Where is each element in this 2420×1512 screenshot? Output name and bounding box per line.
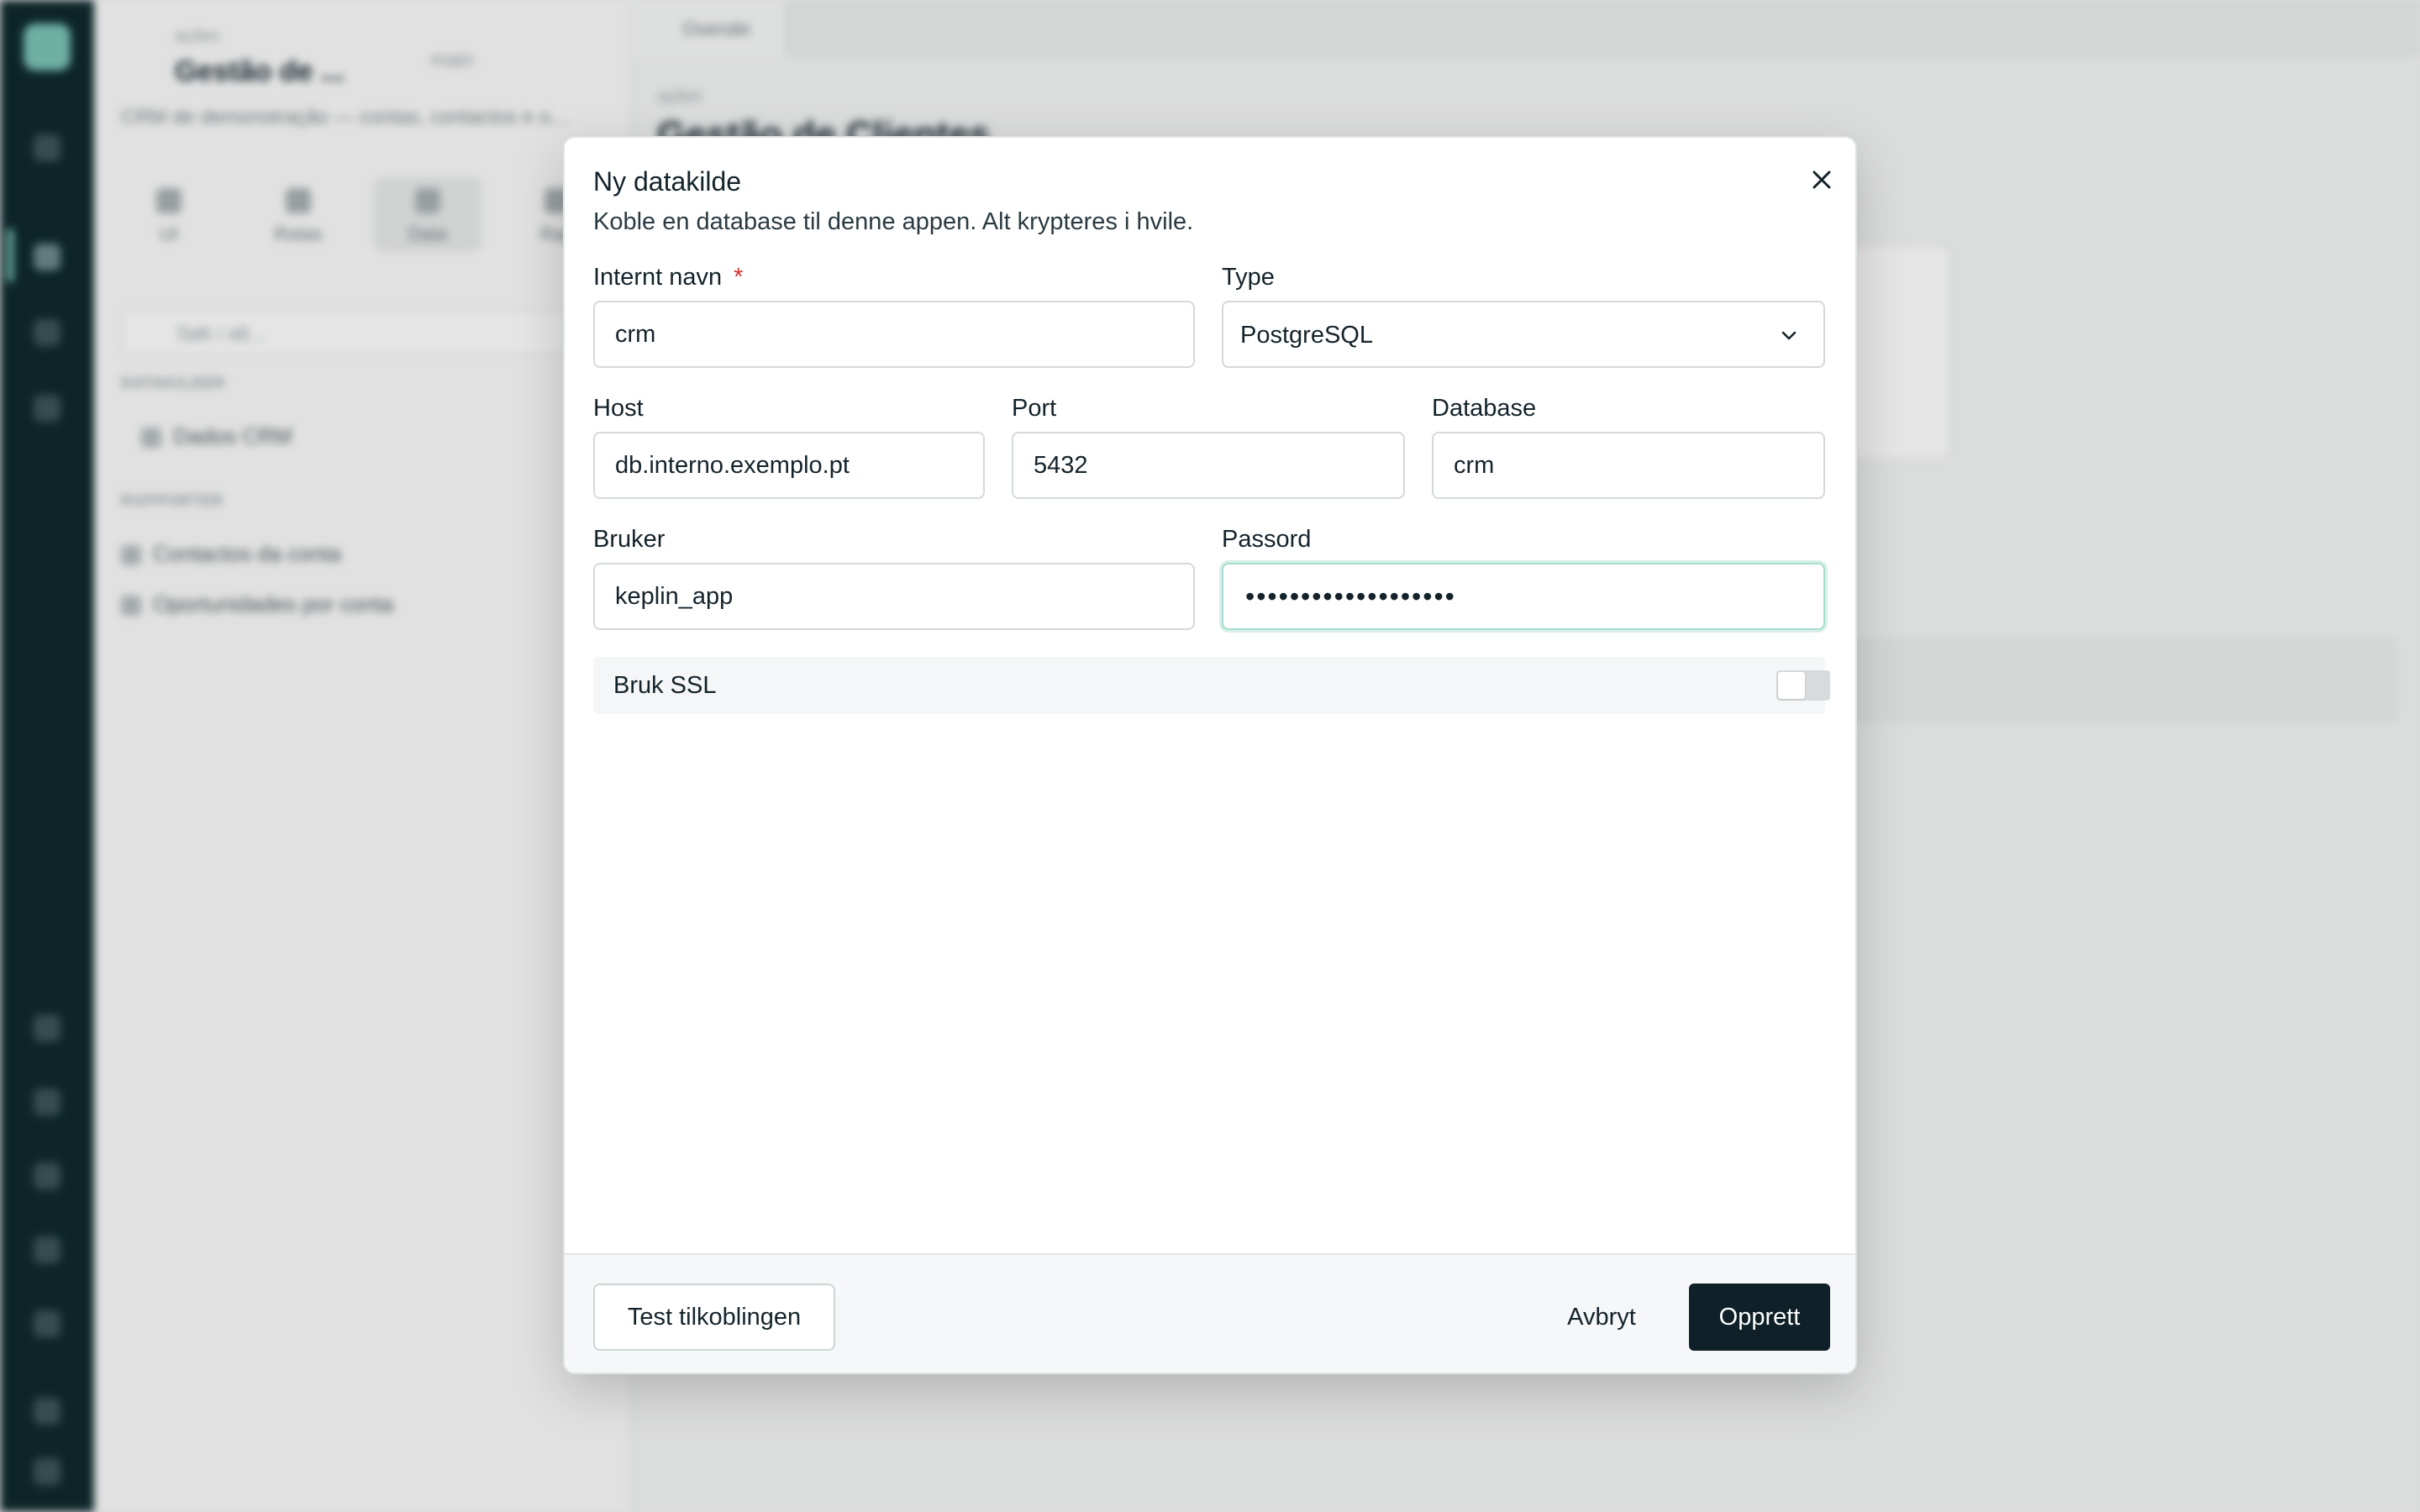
type-select-value: PostgreSQL — [1240, 322, 1373, 349]
dialog-title: Ny datakilde — [593, 166, 742, 197]
port-input[interactable] — [1012, 432, 1405, 499]
chevron-down-icon — [1781, 331, 1797, 340]
ssl-toggle-knob — [1778, 672, 1805, 699]
host-input[interactable] — [593, 432, 985, 499]
cancel-button[interactable]: Avbryt — [1551, 1284, 1652, 1351]
ssl-toggle[interactable] — [1776, 670, 1830, 701]
internal-name-input[interactable] — [593, 301, 1195, 368]
user-label: Bruker — [593, 526, 666, 553]
dialog-footer: Test tilkoblingen Avbryt Opprett — [565, 1253, 1855, 1373]
password-label: Passord — [1222, 526, 1312, 553]
type-label: Type — [1222, 264, 1275, 291]
new-datasource-dialog: Ny datakilde Koble en database til denne… — [563, 136, 1857, 1374]
dialog-description: Koble en database til denne appen. Alt k… — [593, 208, 1194, 235]
test-connection-button[interactable]: Test tilkoblingen — [593, 1284, 835, 1351]
password-masked-value: ••••••••••••••••••• — [1245, 581, 1456, 612]
password-input[interactable]: ••••••••••••••••••• — [1222, 563, 1825, 630]
host-label: Host — [593, 395, 644, 422]
create-button[interactable]: Opprett — [1689, 1284, 1830, 1351]
user-input[interactable] — [593, 563, 1195, 630]
database-input[interactable] — [1432, 432, 1825, 499]
ssl-row: Bruk SSL — [593, 657, 1830, 714]
port-label: Port — [1012, 395, 1057, 422]
database-label: Database — [1432, 395, 1537, 422]
close-icon — [1812, 171, 1831, 189]
required-mark: * — [734, 264, 744, 291]
ssl-label: Bruk SSL — [613, 672, 717, 699]
internal-name-label: Internt navn * — [593, 264, 744, 291]
type-select[interactable]: PostgreSQL — [1222, 301, 1825, 368]
close-button[interactable] — [1803, 161, 1840, 198]
